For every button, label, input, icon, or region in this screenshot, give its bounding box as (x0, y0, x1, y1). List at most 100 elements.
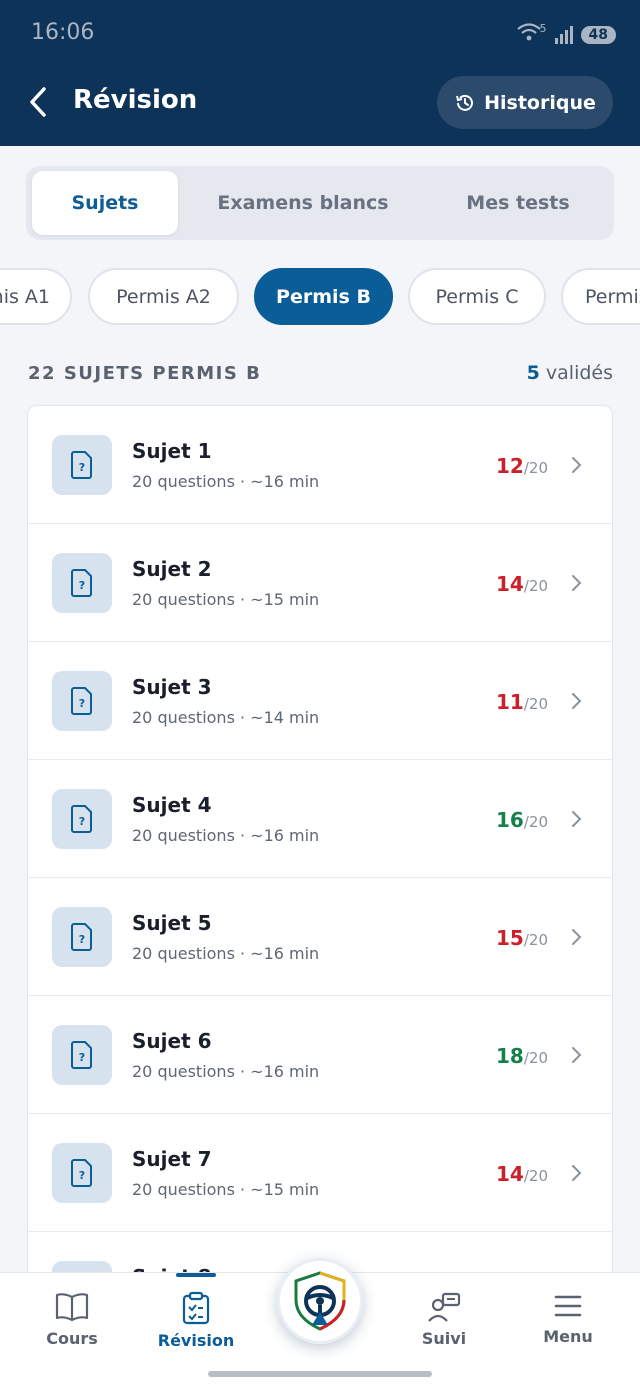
home-indicator[interactable] (208, 1371, 432, 1377)
nav-label: Menu (543, 1327, 593, 1346)
history-icon (456, 94, 474, 111)
nav-revision[interactable]: Révision (151, 1291, 241, 1350)
chevron-right-icon (572, 1047, 582, 1063)
status-icons: 5 48 (516, 22, 616, 47)
history-button[interactable]: Historique (437, 76, 613, 129)
tab-mes-tests[interactable]: Mes tests (436, 171, 600, 235)
quiz-document-icon: ? (52, 671, 112, 731)
svg-text:?: ? (79, 461, 85, 474)
quiz-document-icon: ? (52, 1143, 112, 1203)
subject-row[interactable]: ? Sujet 7 20 questions · ~15 min 14/20 (28, 1114, 612, 1232)
quiz-document-icon: ? (52, 435, 112, 495)
nav-menu[interactable]: Menu (523, 1291, 613, 1346)
app-header: 16:06 5 48 Révision Historique (0, 0, 640, 146)
subjects-count: 22 SUJETS PERMIS B (28, 363, 262, 384)
battery-indicator: 48 (580, 25, 616, 44)
score-value: 14 (496, 572, 524, 596)
subject-meta: 20 questions · ~16 min (132, 826, 320, 845)
segment-tabs: Sujets Examens blancs Mes tests (26, 166, 614, 240)
subject-row[interactable]: ? Sujet 3 20 questions · ~14 min 11/20 (28, 642, 612, 760)
chevron-right-icon (572, 575, 582, 591)
subject-title: Sujet 3 (132, 675, 212, 699)
subject-row[interactable]: ? Sujet 2 20 questions · ~15 min 14/20 (28, 524, 612, 642)
subject-score: 14/20 (496, 572, 548, 596)
subject-title: Sujet 2 (132, 557, 212, 581)
validated-summary: 5 validés (527, 362, 613, 384)
svg-text:?: ? (79, 815, 85, 828)
subject-row[interactable]: ? Sujet 4 20 questions · ~16 min 16/20 (28, 760, 612, 878)
score-total: /20 (523, 459, 548, 477)
tab-examens-blancs[interactable]: Examens blancs (192, 171, 414, 235)
steering-wheel-shield-button[interactable] (277, 1258, 363, 1344)
subject-meta: 20 questions · ~16 min (132, 472, 320, 491)
book-icon (55, 1293, 89, 1322)
subject-title: Sujet 4 (132, 793, 212, 817)
wifi-icon (516, 22, 542, 47)
clipboard-check-icon (182, 1291, 210, 1325)
tab-sujets[interactable]: Sujets (32, 171, 178, 235)
wifi-badge: 5 (539, 22, 547, 35)
subject-score: 16/20 (496, 808, 548, 832)
subject-meta: 20 questions · ~15 min (132, 590, 320, 609)
score-total: /20 (523, 1049, 548, 1067)
chevron-right-icon (572, 811, 582, 827)
nav-cours[interactable]: Cours (27, 1291, 117, 1348)
score-value: 15 (496, 926, 524, 950)
status-time: 16:06 (31, 20, 95, 45)
chip-permis-d[interactable]: Permis D (561, 268, 640, 325)
quiz-document-icon: ? (52, 789, 112, 849)
score-total: /20 (523, 813, 548, 831)
steering-wheel-shield-icon (294, 1271, 346, 1331)
history-label: Historique (484, 91, 596, 114)
signal-icon (554, 25, 573, 44)
active-tab-indicator (176, 1273, 216, 1277)
svg-text:?: ? (79, 1169, 85, 1182)
svg-text:?: ? (79, 933, 85, 946)
quiz-document-icon: ? (52, 907, 112, 967)
chip-permis-c[interactable]: Permis C (408, 268, 546, 325)
page-title: Révision (73, 85, 198, 115)
license-filter-chips: Permis A1 Permis A2 Permis B Permis C Pe… (0, 268, 640, 326)
chip-permis-a1[interactable]: Permis A1 (0, 268, 72, 325)
nav-label: Suivi (421, 1329, 467, 1348)
score-total: /20 (523, 577, 548, 595)
quiz-document-icon: ? (52, 1025, 112, 1085)
subject-title: Sujet 1 (132, 439, 212, 463)
score-value: 16 (496, 808, 524, 832)
chevron-right-icon (572, 929, 582, 945)
subject-row[interactable]: ? Sujet 6 20 questions · ~16 min 18/20 (28, 996, 612, 1114)
nav-suivi[interactable]: Suivi (399, 1291, 489, 1348)
svg-text:?: ? (79, 1051, 85, 1064)
validated-label: validés (545, 362, 613, 384)
chevron-right-icon (572, 693, 582, 709)
score-total: /20 (523, 1167, 548, 1185)
svg-text:?: ? (79, 697, 85, 710)
subject-row[interactable]: ? Sujet 1 20 questions · ~16 min 12/20 (28, 406, 612, 524)
quiz-document-icon: ? (52, 553, 112, 613)
subject-title: Sujet 5 (132, 911, 212, 935)
chevron-right-icon (572, 457, 582, 473)
validated-count: 5 (526, 362, 540, 384)
chip-permis-b[interactable]: Permis B (254, 268, 393, 325)
svg-text:?: ? (79, 579, 85, 592)
subject-meta: 20 questions · ~14 min (132, 708, 320, 727)
hamburger-icon (554, 1295, 582, 1317)
subject-score: 18/20 (496, 1044, 548, 1068)
score-total: /20 (523, 931, 548, 949)
subject-title: Sujet 7 (132, 1147, 212, 1171)
score-value: 14 (496, 1162, 524, 1186)
subject-meta: 20 questions · ~15 min (132, 1180, 320, 1199)
subject-row[interactable]: ? Sujet 5 20 questions · ~16 min 15/20 (28, 878, 612, 996)
person-chat-icon (428, 1292, 461, 1322)
subject-list: ? Sujet 1 20 questions · ~16 min 12/20 ?… (27, 405, 613, 1285)
subject-meta: 20 questions · ~16 min (132, 1062, 320, 1081)
nav-label: Cours (46, 1329, 98, 1348)
back-arrow-icon[interactable] (24, 84, 52, 120)
subject-score: 11/20 (496, 690, 548, 714)
subject-meta: 20 questions · ~16 min (132, 944, 320, 963)
chevron-right-icon (572, 1165, 582, 1181)
score-total: /20 (523, 695, 548, 713)
nav-label: Révision (157, 1331, 235, 1350)
chip-permis-a2[interactable]: Permis A2 (88, 268, 239, 325)
subject-title: Sujet 6 (132, 1029, 212, 1053)
